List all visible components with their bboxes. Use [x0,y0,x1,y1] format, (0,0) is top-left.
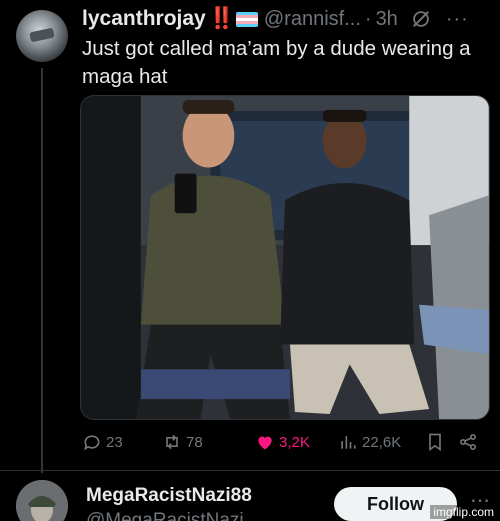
reply-user-avatar[interactable] [16,480,68,521]
imgflip-watermark: imgflip.com [430,505,497,519]
tweet-media-image[interactable] [80,95,490,420]
reply-button[interactable]: 23 [82,430,123,454]
share-icon [460,434,476,450]
reply-count: 23 [106,433,123,451]
tweet-text: Just got called ma’am by a dude wearing … [82,37,471,88]
tweet-actions-bar: 23 78 3,2K 22,6K [80,430,490,454]
tweet-divider [0,470,500,471]
separator-dot: · [364,7,372,30]
more-options-icon[interactable]: ··· [446,8,469,31]
retweet-icon [166,434,178,450]
thread-connector-line [41,68,43,473]
like-button[interactable]: 3,2K [255,430,310,454]
views-count: 22,6K [362,433,402,451]
like-count: 3,2K [279,433,310,451]
tweet-header: lycanthrojay ‼️ @rannisf... · 3h ··· [82,6,490,32]
double-exclamation-icon: ‼️ [208,7,235,30]
retweet-count: 78 [186,433,203,451]
author-handle[interactable]: @rannisf... [264,8,361,31]
author-avatar[interactable] [16,10,68,62]
bookmark-icon [429,433,441,452]
author-display-name[interactable]: lycanthrojay [82,7,206,31]
reply-user-display-name[interactable]: MegaRacistNazi88 [86,485,252,507]
tweet-timestamp[interactable]: 3h [376,8,398,31]
share-button[interactable] [458,430,478,454]
reply-icon [84,435,100,451]
transgender-flag-icon [235,11,258,27]
views-button[interactable]: 22,6K [338,430,401,454]
soldier-portrait-icon [16,480,68,521]
name-badges: ‼️ [209,7,258,31]
grok-icon[interactable] [410,8,432,30]
views-icon [341,436,356,449]
retweet-button[interactable]: 78 [162,430,203,454]
bookmark-button[interactable] [425,430,445,454]
subway-photo [81,96,489,419]
heart-filled-icon [258,436,272,450]
reply-user-handle[interactable]: @MegaRacistNazi... [86,510,259,521]
